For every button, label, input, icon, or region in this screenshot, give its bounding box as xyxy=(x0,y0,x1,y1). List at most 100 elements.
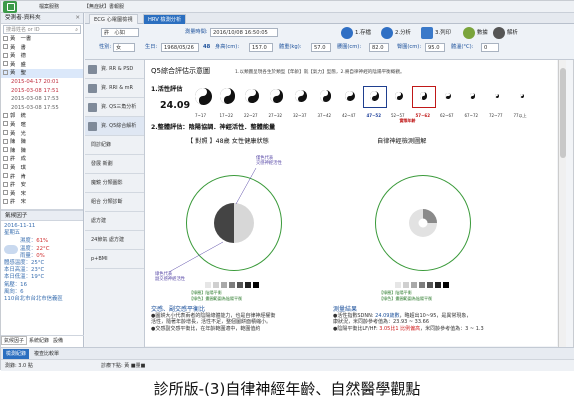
data-button[interactable]: 數據 xyxy=(463,27,488,40)
weight-field[interactable]: 57.0 xyxy=(311,43,331,52)
record-item[interactable]: 2015-03-08 17:53 xyxy=(1,95,83,104)
nav-item[interactable]: 問診紀錄 xyxy=(85,136,144,155)
age-range-label: 17~22 xyxy=(219,113,234,118)
yin-yang-dot xyxy=(347,95,353,102)
pointer-line xyxy=(235,167,257,205)
tab-system-log[interactable]: 系統紀錄 xyxy=(27,337,51,346)
item-label: 黃 一書 xyxy=(10,36,32,42)
patient-item[interactable]: 陳 陳 xyxy=(1,138,83,147)
scrollbar-thumb[interactable] xyxy=(560,68,566,158)
annotation-pointer-bottom xyxy=(168,241,224,273)
weather-panel: 2016-11-11 星期五 濕度：61% 溫度：22°C 雨量：0% 體感溫度… xyxy=(1,221,83,305)
reference-pie xyxy=(214,203,254,243)
nav-item[interactable]: 資. Q5綜合解析 xyxy=(85,117,144,136)
patient-item[interactable]: 許 宋 xyxy=(1,198,83,207)
expand-icon[interactable] xyxy=(3,130,8,136)
report-scrollbar[interactable] xyxy=(558,60,566,347)
expand-icon[interactable] xyxy=(3,138,8,144)
nav-item[interactable]: 處方建 xyxy=(85,212,144,231)
patient-search-input[interactable]: 搜尋姓名 or ID ⌕ xyxy=(3,25,81,34)
item-label: 許 成 xyxy=(10,156,26,163)
record-item[interactable]: 2015-04-17 20:01 xyxy=(1,78,83,87)
expand-icon[interactable] xyxy=(3,35,8,41)
item-label: 黃 宋 xyxy=(10,190,26,197)
nav-item[interactable]: 組合 分類診斷 xyxy=(85,193,144,212)
expand-icon[interactable] xyxy=(3,173,8,178)
age-range-label: 32~37 xyxy=(293,113,307,118)
patient-item[interactable]: 許 安 xyxy=(1,181,83,190)
tab-weather[interactable]: 氣候因子 xyxy=(1,336,28,345)
patient-item[interactable]: 許 肯 xyxy=(1,173,83,182)
expand-icon[interactable] xyxy=(3,69,8,75)
expand-icon[interactable] xyxy=(3,52,8,58)
temp-label: 溫度： xyxy=(20,245,37,252)
expand-icon[interactable] xyxy=(3,147,8,153)
item-label: 許 宋 xyxy=(10,199,26,206)
legend-swatch xyxy=(435,282,441,288)
waist-field[interactable]: 82.0 xyxy=(369,43,389,52)
body-temp-label: 體溫(°C): xyxy=(451,44,474,50)
pie-sympathetic xyxy=(214,203,234,243)
age-range-label: 57~62 xyxy=(415,113,430,118)
app-window: 檔案服務 【無症狀】書報服 受測者-資料夾 ✕ 搜尋姓名 or ID ⌕ 黃 一… xyxy=(0,0,574,371)
patient-item[interactable]: 黃 聖 xyxy=(1,69,83,78)
sex-select[interactable]: 女 xyxy=(113,43,135,52)
hip-field[interactable]: 95.0 xyxy=(425,43,445,52)
print-button[interactable]: 3.列印 xyxy=(421,27,451,40)
patient-item[interactable]: 黃 書 xyxy=(1,44,83,53)
pie-chart-icon xyxy=(381,27,393,39)
patient-item[interactable]: 黃 盛 xyxy=(1,61,83,70)
nav-item[interactable]: 魔鏡 分類圖影 xyxy=(85,174,144,193)
nav-item[interactable]: 資. QS三角分析 xyxy=(85,98,144,117)
tab-compare[interactable]: 複查比較單 xyxy=(31,349,62,359)
age-range-label: 27~32 xyxy=(268,113,283,118)
patient-item[interactable]: 黃 暄 xyxy=(1,121,83,130)
expand-icon[interactable] xyxy=(3,198,8,204)
tab-device[interactable]: 設備 xyxy=(51,337,65,346)
nav-item[interactable]: 資. RR & PSD xyxy=(85,60,144,79)
weather-station: 110台北市台北市信義區 xyxy=(4,296,63,303)
time-field[interactable]: 2016/10/08 16:50:05 xyxy=(210,28,278,37)
patient-item[interactable]: 郭 統 xyxy=(1,112,83,121)
expand-icon[interactable] xyxy=(3,44,8,50)
expand-icon[interactable] xyxy=(3,190,8,196)
record-item[interactable]: 2015-03-08 17:51 xyxy=(1,87,83,96)
nav-item[interactable]: 24節氣 處方建 xyxy=(85,231,144,250)
expand-icon[interactable] xyxy=(3,121,8,127)
yin-yang-icon xyxy=(494,93,500,99)
analyze-button[interactable]: 2.分析 xyxy=(381,27,411,40)
patient-item[interactable]: 黃 一書 xyxy=(1,35,83,44)
tab-ecg[interactable]: ECG 心電圖檢視 xyxy=(89,14,138,24)
search-icon[interactable]: ⌕ xyxy=(75,26,78,34)
data-label: 數據 xyxy=(477,30,488,36)
expand-icon[interactable] xyxy=(3,155,8,161)
explain-button[interactable]: 解析 xyxy=(493,27,518,40)
expand-icon[interactable] xyxy=(3,61,8,67)
height-field[interactable]: 157.0 xyxy=(249,43,273,52)
expand-icon[interactable] xyxy=(3,112,8,118)
tab-hrv[interactable]: HRV 檢測分析 xyxy=(143,14,187,24)
yin-yang-dot xyxy=(495,95,499,99)
patient-item[interactable]: 黃 琪 xyxy=(1,164,83,173)
menu-file[interactable]: 檔案服務 xyxy=(39,2,59,12)
close-icon[interactable]: ✕ xyxy=(75,13,80,24)
nav-item[interactable]: p+BMI xyxy=(85,250,144,269)
patient-item[interactable]: 黃 宋 xyxy=(1,190,83,199)
legend-swatch xyxy=(245,282,251,288)
menu-report[interactable]: 【無症狀】書報服 xyxy=(84,2,124,12)
name-field[interactable]: 許 心如 xyxy=(101,28,139,37)
patient-item[interactable]: 陳 陳 xyxy=(1,147,83,156)
tab-test-record[interactable]: 檢測紀錄 xyxy=(3,349,30,359)
birth-field[interactable]: 1968/05/26 xyxy=(161,43,199,52)
patient-item[interactable]: 黃 德 xyxy=(1,52,83,61)
age-range-label: 47~52 xyxy=(366,113,381,118)
nav-item[interactable]: 資. RRI & mR xyxy=(85,79,144,98)
patient-item[interactable]: 黃 光 xyxy=(1,130,83,139)
expand-icon[interactable] xyxy=(3,181,8,187)
expand-icon[interactable] xyxy=(3,164,8,170)
save-button[interactable]: 1.存檔 xyxy=(341,27,371,40)
body-temp-field[interactable]: 0 xyxy=(481,43,499,52)
patient-item[interactable]: 許 成 xyxy=(1,155,83,164)
record-item[interactable]: 2015-03-08 17:55 xyxy=(1,104,83,113)
nav-item[interactable]: 發展 新劃 xyxy=(85,155,144,174)
